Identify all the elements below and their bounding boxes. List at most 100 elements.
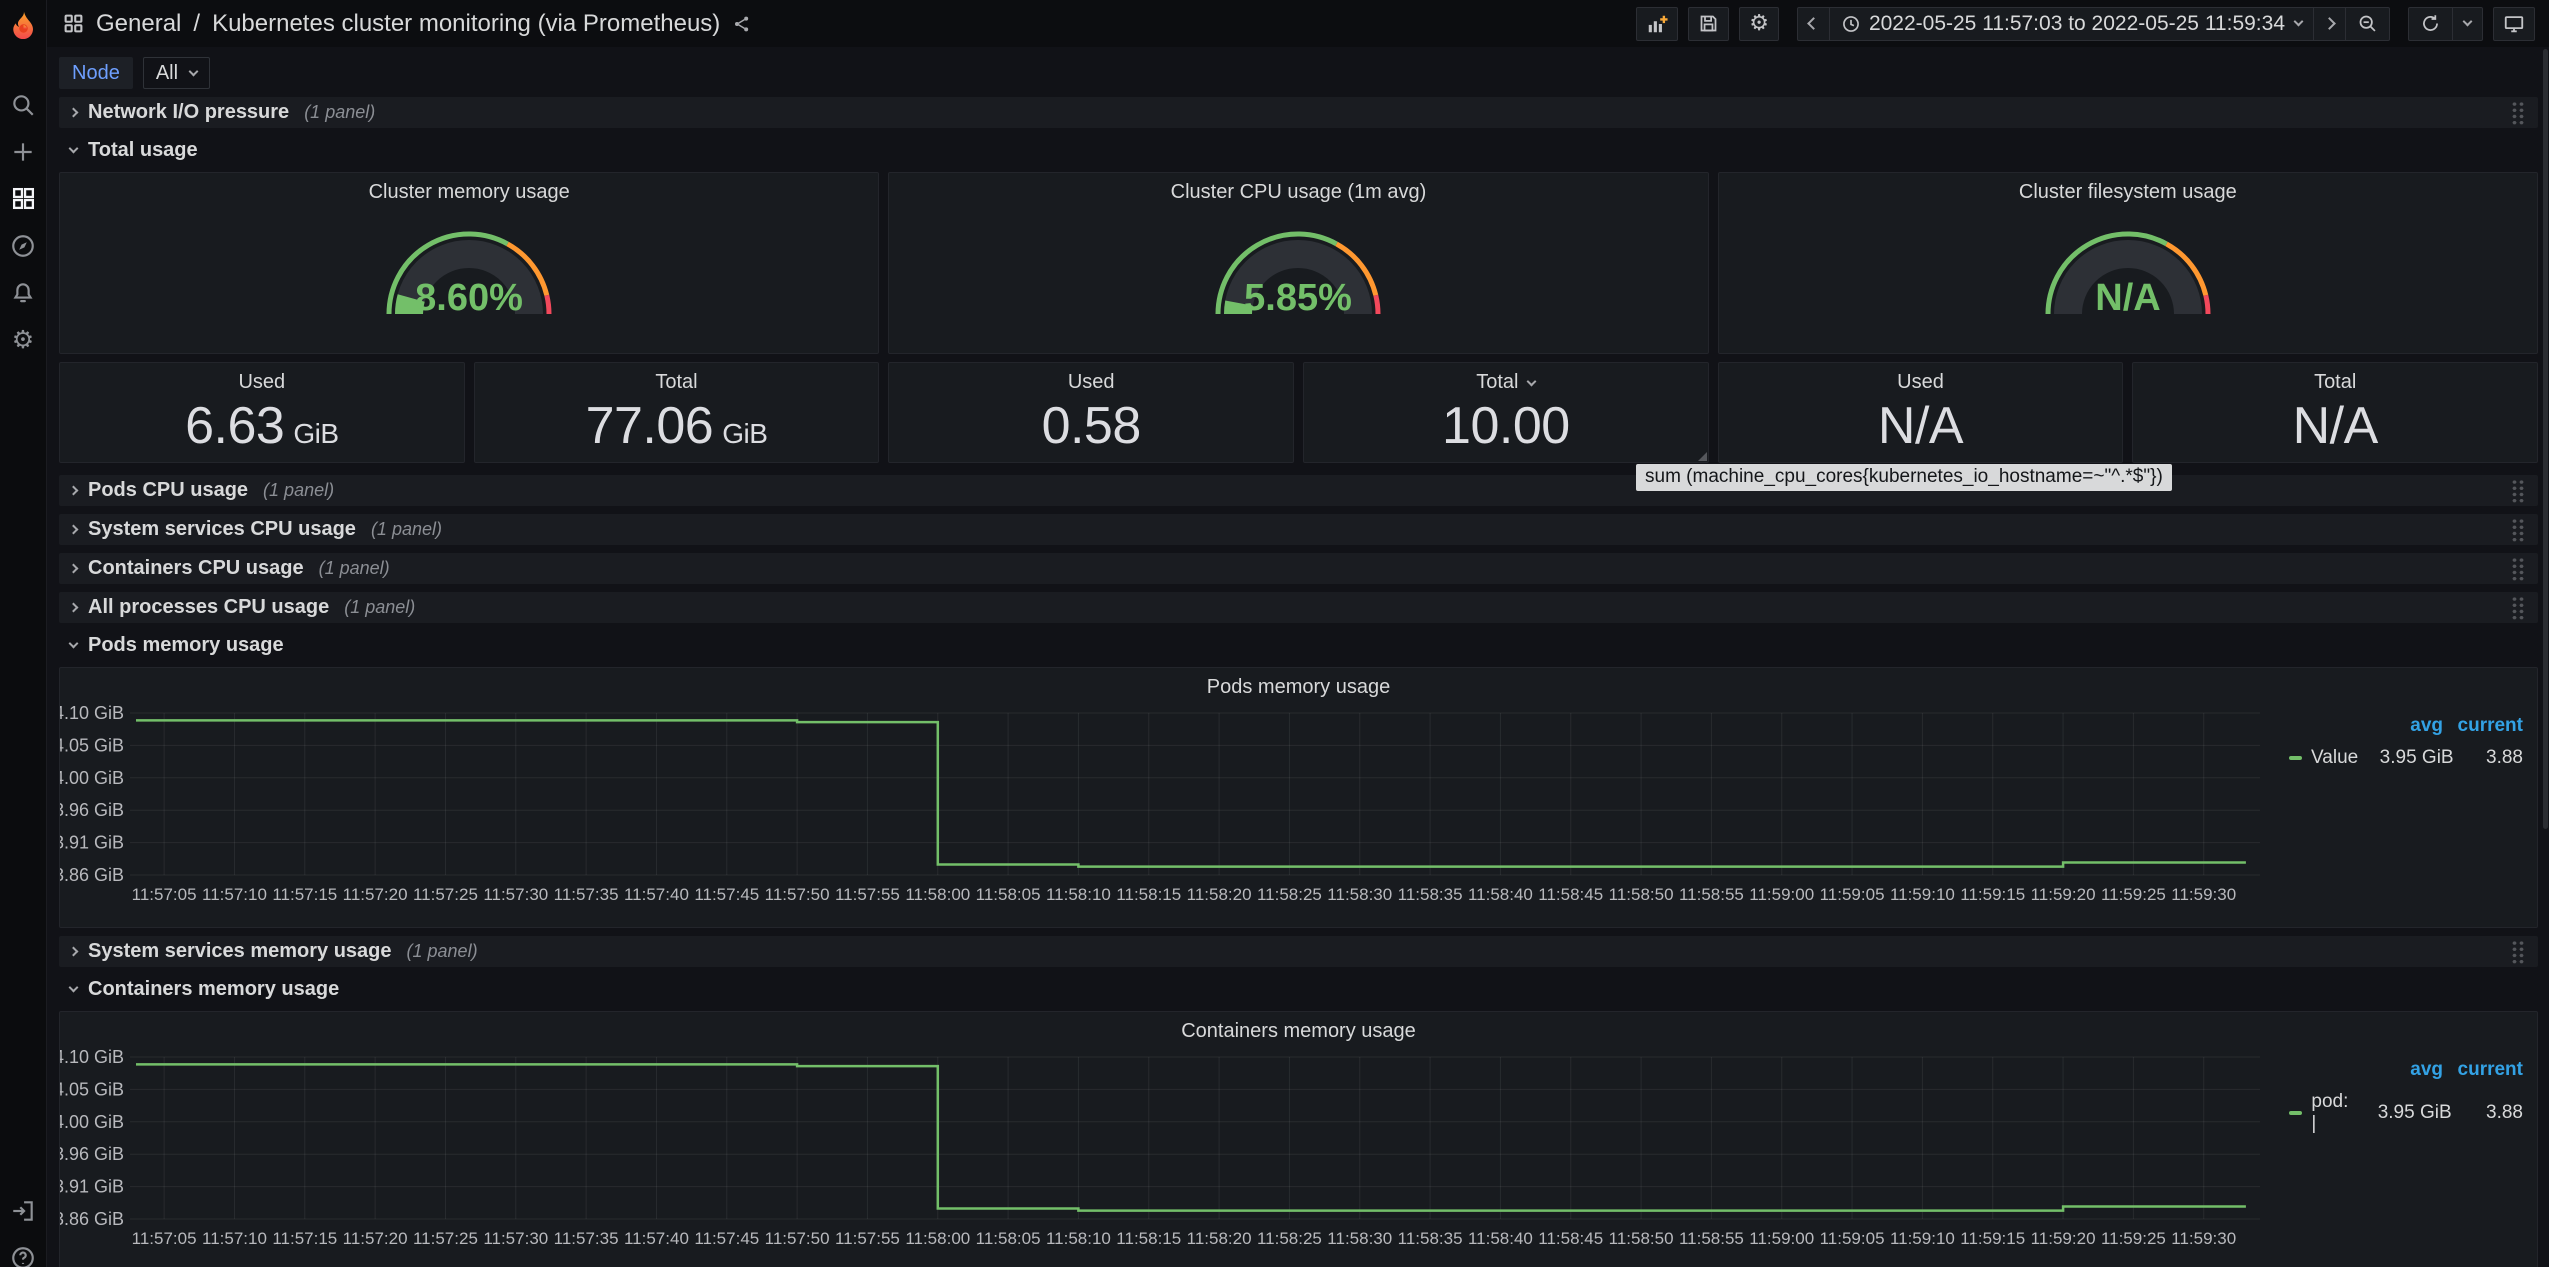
add-panel-icon[interactable] — [1636, 7, 1678, 41]
share-icon[interactable] — [732, 14, 752, 34]
svg-text:4.00 GiB: 4.00 GiB — [60, 1112, 124, 1132]
dashboards-icon[interactable] — [0, 175, 47, 222]
time-shift-back-icon[interactable] — [1798, 8, 1829, 40]
zoom-out-icon[interactable] — [2345, 8, 2389, 40]
panel-title[interactable]: Used — [1897, 363, 1944, 394]
help-icon[interactable] — [0, 1234, 47, 1267]
page-title[interactable]: Kubernetes cluster monitoring (via Prome… — [212, 10, 720, 38]
drag-handle-icon[interactable] — [2511, 479, 2525, 503]
page-scrollbar[interactable] — [2543, 49, 2548, 829]
row-network-io-pressure[interactable]: Network I/O pressure (1 panel) — [59, 97, 2538, 128]
svg-text:11:57:45: 11:57:45 — [694, 885, 759, 904]
legend-col-avg[interactable]: avg — [2333, 1059, 2443, 1081]
row-containers-memory-usage[interactable]: Containers memory usage — [59, 975, 2538, 1003]
svg-text:11:59:25: 11:59:25 — [2101, 1229, 2166, 1248]
chevron-right-icon — [69, 603, 79, 613]
time-series-chart[interactable]: 11:57:0511:57:1011:57:1511:57:2011:57:25… — [60, 699, 2289, 921]
gauge-chart: 8.60% — [374, 214, 564, 326]
svg-text:11:59:10: 11:59:10 — [1890, 1229, 1955, 1248]
panel-title[interactable]: Pods memory usage — [60, 668, 2537, 699]
drag-handle-icon[interactable] — [2511, 518, 2525, 542]
time-series-chart[interactable]: 11:57:0511:57:1011:57:1511:57:2011:57:25… — [60, 1043, 2289, 1265]
sign-in-icon[interactable] — [0, 1187, 47, 1234]
alerting-icon[interactable] — [0, 269, 47, 316]
save-icon[interactable] — [1688, 7, 1729, 41]
chevron-right-icon — [69, 525, 79, 535]
dashboard-settings-icon[interactable]: ⚙ — [1739, 7, 1779, 41]
series-label[interactable]: pod: | — [2311, 1091, 2353, 1135]
variable-value-dropdown[interactable]: All — [143, 57, 210, 89]
drag-handle-icon[interactable] — [2511, 596, 2525, 620]
svg-text:11:57:40: 11:57:40 — [624, 885, 689, 904]
panel-title[interactable]: Cluster memory usage — [369, 173, 570, 204]
drag-handle-icon[interactable] — [2511, 101, 2525, 125]
time-shift-forward-icon[interactable] — [2313, 8, 2345, 40]
svg-text:11:59:20: 11:59:20 — [2031, 1229, 2096, 1248]
svg-text:11:58:05: 11:58:05 — [976, 1229, 1041, 1248]
row-pods-memory-usage[interactable]: Pods memory usage — [59, 631, 2538, 659]
legend-col-current[interactable]: current — [2443, 1059, 2523, 1081]
variable-value: All — [156, 62, 178, 85]
panel-title[interactable]: Total — [2314, 363, 2356, 394]
legend-col-avg[interactable]: avg — [2333, 715, 2443, 737]
svg-text:11:57:20: 11:57:20 — [343, 1229, 408, 1248]
row-system-services-cpu-usage[interactable]: System services CPU usage (1 panel) — [59, 514, 2538, 545]
sidebar-nav: ⚙ — [0, 81, 47, 363]
refresh-icon[interactable] — [2409, 8, 2452, 40]
svg-text:11:59:15: 11:59:15 — [1960, 885, 2025, 904]
panel-title[interactable]: Containers memory usage — [60, 1012, 2537, 1043]
panel-title[interactable]: Used — [1068, 363, 1115, 394]
row-system-services-memory-usage[interactable]: System services memory usage (1 panel) — [59, 936, 2538, 967]
breadcrumb-section[interactable]: General — [96, 10, 181, 38]
svg-text:4.10 GiB: 4.10 GiB — [60, 703, 124, 723]
svg-text:11:57:20: 11:57:20 — [343, 885, 408, 904]
series-label[interactable]: Value — [2311, 747, 2358, 769]
panel-title[interactable]: Cluster CPU usage (1m avg) — [1171, 173, 1427, 204]
svg-text:11:57:05: 11:57:05 — [132, 885, 197, 904]
refresh-interval-dropdown[interactable] — [2452, 8, 2482, 40]
panel-cluster-filesystem-usage: Cluster filesystem usage N/A — [1718, 172, 2538, 354]
explore-icon[interactable] — [0, 222, 47, 269]
series-color-marker — [2289, 1111, 2302, 1115]
svg-text:11:57:55: 11:57:55 — [835, 1229, 900, 1248]
cycle-view-icon[interactable] — [2493, 7, 2535, 41]
svg-text:11:58:55: 11:58:55 — [1679, 885, 1744, 904]
settings-icon[interactable]: ⚙ — [0, 316, 47, 363]
svg-text:11:57:10: 11:57:10 — [202, 885, 267, 904]
panel-pods-memory-usage: Pods memory usage 11:57:05 11:57:10 11:57:… — [59, 667, 2538, 928]
time-controls: 2022-05-25 11:57:03 to 2022-05-25 11:59:… — [1797, 7, 2390, 41]
svg-text:11:58:30: 11:58:30 — [1327, 1229, 1392, 1248]
svg-text:11:58:05: 11:58:05 — [976, 885, 1041, 904]
time-range-picker[interactable]: 2022-05-25 11:57:03 to 2022-05-25 11:59:… — [1829, 8, 2313, 40]
stat-value: 6.63GiB — [185, 396, 338, 456]
drag-handle-icon[interactable] — [2511, 940, 2525, 964]
panel-title[interactable]: Cluster filesystem usage — [2019, 173, 2237, 204]
search-icon[interactable] — [0, 81, 47, 128]
svg-text:3.91 GiB: 3.91 GiB — [60, 1177, 124, 1197]
svg-text:11:58:20: 11:58:20 — [1187, 885, 1252, 904]
row-containers-cpu-usage[interactable]: Containers CPU usage (1 panel) — [59, 553, 2538, 584]
grafana-logo-icon[interactable] — [0, 0, 47, 47]
row-total-usage[interactable]: Total usage — [59, 136, 2538, 164]
svg-text:11:58:25: 11:58:25 — [1257, 885, 1322, 904]
panel-menu-chevron-icon[interactable] — [1527, 377, 1537, 387]
create-icon[interactable] — [0, 128, 47, 175]
panel-containers-memory-usage: Containers memory usage 11:57:0511:57:10… — [59, 1011, 2538, 1267]
row-title: Pods CPU usage — [88, 479, 248, 502]
panel-title[interactable]: Total — [655, 363, 697, 394]
row-panel-count: (1 panel) — [263, 480, 334, 501]
svg-text:4.10 GiB: 4.10 GiB — [60, 1047, 124, 1067]
svg-text:5.85%: 5.85% — [1245, 277, 1353, 319]
panel-resize-handle[interactable] — [1698, 452, 1707, 461]
svg-text:11:57:50: 11:57:50 — [765, 1229, 830, 1248]
topbar-actions: ⚙ 2022-05-25 11:57:03 to 2022-05-25 11:5… — [1626, 7, 2535, 41]
panel-title[interactable]: Total — [1476, 363, 1518, 394]
panel-title[interactable]: Used — [238, 363, 285, 394]
row-title: Network I/O pressure — [88, 101, 289, 124]
row-panel-count: (1 panel) — [319, 558, 390, 579]
drag-handle-icon[interactable] — [2511, 557, 2525, 581]
chart-legend: avg current Value 3.95 GiB 3.88 — [2289, 699, 2537, 921]
legend-col-current[interactable]: current — [2443, 715, 2523, 737]
row-all-processes-cpu-usage[interactable]: All processes CPU usage (1 panel) — [59, 592, 2538, 623]
series-current: 3.88 — [2454, 747, 2523, 769]
